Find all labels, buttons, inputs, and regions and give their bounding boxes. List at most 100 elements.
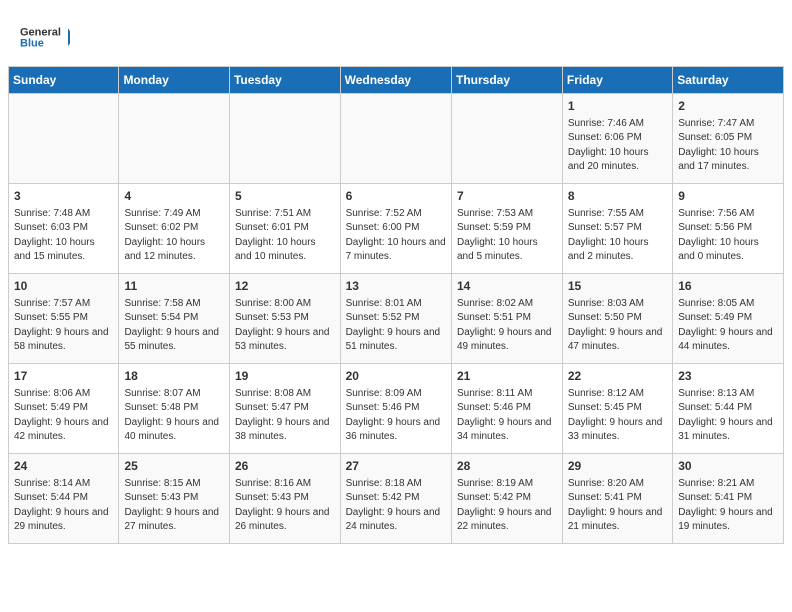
calendar-container: SundayMondayTuesdayWednesdayThursdayFrid… (0, 66, 792, 552)
day-info: Sunrise: 7:52 AM Sunset: 6:00 PM Dayligh… (346, 207, 446, 265)
calendar-cell: 14Sunrise: 8:02 AM Sunset: 5:51 PM Dayli… (451, 274, 562, 364)
day-info: Sunrise: 8:03 AM Sunset: 5:50 PM Dayligh… (568, 297, 667, 355)
day-number: 9 (678, 188, 778, 205)
day-number: 6 (346, 188, 446, 205)
calendar-cell: 5 Sunrise: 7:51 AM Sunset: 6:01 PM Daylig… (229, 184, 340, 274)
weekday-header-friday: Friday (562, 67, 672, 94)
logo: General Blue (20, 16, 70, 58)
calendar-cell: 23 Sunrise: 8:13 AM Sunset: 5:44 PM Dayli… (673, 364, 784, 454)
day-info: Sunrise: 7:57 AM Sunset: 5:55 PM Dayligh… (14, 297, 113, 355)
day-number: 3 (14, 188, 113, 205)
weekday-header-wednesday: Wednesday (340, 67, 451, 94)
calendar-cell: 4 Sunrise: 7:49 AM Sunset: 6:02 PM Daylig… (119, 184, 230, 274)
calendar-cell: 9 Sunrise: 7:56 AM Sunset: 5:56 PM Daylig… (673, 184, 784, 274)
day-number: 23 (678, 368, 778, 385)
day-number: 15 (568, 278, 667, 295)
weekday-header-thursday: Thursday (451, 67, 562, 94)
day-info: Sunrise: 7:48 AM Sunset: 6:03 PM Dayligh… (14, 207, 113, 265)
day-number: 11 (124, 278, 224, 295)
day-info: Sunrise: 8:15 AM Sunset: 5:43 PM Dayligh… (124, 477, 224, 535)
day-info: Sunrise: 8:01 AM Sunset: 5:52 PM Dayligh… (346, 297, 446, 355)
day-info: Sunrise: 8:00 AM Sunset: 5:53 PM Dayligh… (235, 297, 335, 355)
day-info: Sunrise: 8:07 AM Sunset: 5:48 PM Dayligh… (124, 387, 224, 445)
page-header: General Blue (0, 0, 792, 66)
day-info: Sunrise: 8:20 AM Sunset: 5:41 PM Dayligh… (568, 477, 667, 535)
day-info: Sunrise: 7:51 AM Sunset: 6:01 PM Dayligh… (235, 207, 335, 265)
logo-svg: General Blue (20, 16, 70, 58)
day-number: 22 (568, 368, 667, 385)
calendar-cell: 25 Sunrise: 8:15 AM Sunset: 5:43 PM Dayli… (119, 454, 230, 544)
day-info: Sunrise: 7:53 AM Sunset: 5:59 PM Dayligh… (457, 207, 557, 265)
svg-text:Blue: Blue (20, 37, 44, 49)
day-info: Sunrise: 8:11 AM Sunset: 5:46 PM Dayligh… (457, 387, 557, 445)
calendar-cell: 24Sunrise: 8:14 AM Sunset: 5:44 PM Dayli… (9, 454, 119, 544)
calendar-cell: 18 Sunrise: 8:07 AM Sunset: 5:48 PM Dayli… (119, 364, 230, 454)
day-number: 27 (346, 458, 446, 475)
calendar-cell: 1 Sunrise: 7:46 AM Sunset: 6:06 PM Daylig… (562, 94, 672, 184)
day-number: 29 (568, 458, 667, 475)
calendar-cell: 28Sunrise: 8:19 AM Sunset: 5:42 PM Dayli… (451, 454, 562, 544)
calendar-cell: 15 Sunrise: 8:03 AM Sunset: 5:50 PM Dayli… (562, 274, 672, 364)
day-number: 10 (14, 278, 113, 295)
day-info: Sunrise: 8:06 AM Sunset: 5:49 PM Dayligh… (14, 387, 113, 445)
day-number: 30 (678, 458, 778, 475)
calendar-cell: 22 Sunrise: 8:12 AM Sunset: 5:45 PM Dayli… (562, 364, 672, 454)
day-info: Sunrise: 8:08 AM Sunset: 5:47 PM Dayligh… (235, 387, 335, 445)
day-number: 1 (568, 98, 667, 115)
day-info: Sunrise: 7:49 AM Sunset: 6:02 PM Dayligh… (124, 207, 224, 265)
day-info: Sunrise: 7:55 AM Sunset: 5:57 PM Dayligh… (568, 207, 667, 265)
week-row-1: 1 Sunrise: 7:46 AM Sunset: 6:06 PM Daylig… (9, 94, 784, 184)
day-number: 21 (457, 368, 557, 385)
day-number: 13 (346, 278, 446, 295)
day-number: 17 (14, 368, 113, 385)
calendar-cell: 8 Sunrise: 7:55 AM Sunset: 5:57 PM Daylig… (562, 184, 672, 274)
calendar-cell: 27 Sunrise: 8:18 AM Sunset: 5:42 PM Dayli… (340, 454, 451, 544)
calendar-cell: 30 Sunrise: 8:21 AM Sunset: 5:41 PM Dayli… (673, 454, 784, 544)
day-info: Sunrise: 7:46 AM Sunset: 6:06 PM Dayligh… (568, 117, 667, 175)
calendar-cell: 29 Sunrise: 8:20 AM Sunset: 5:41 PM Dayli… (562, 454, 672, 544)
calendar-table: SundayMondayTuesdayWednesdayThursdayFrid… (8, 66, 784, 544)
calendar-cell: 7 Sunrise: 7:53 AM Sunset: 5:59 PM Daylig… (451, 184, 562, 274)
day-info: Sunrise: 7:58 AM Sunset: 5:54 PM Dayligh… (124, 297, 224, 355)
day-number: 25 (124, 458, 224, 475)
day-number: 18 (124, 368, 224, 385)
day-info: Sunrise: 8:21 AM Sunset: 5:41 PM Dayligh… (678, 477, 778, 535)
calendar-cell: 21 Sunrise: 8:11 AM Sunset: 5:46 PM Dayli… (451, 364, 562, 454)
weekday-header-saturday: Saturday (673, 67, 784, 94)
day-number: 20 (346, 368, 446, 385)
day-info: Sunrise: 8:19 AM Sunset: 5:42 PM Dayligh… (457, 477, 557, 535)
day-info: Sunrise: 8:05 AM Sunset: 5:49 PM Dayligh… (678, 297, 778, 355)
day-number: 12 (235, 278, 335, 295)
day-number: 4 (124, 188, 224, 205)
day-info: Sunrise: 8:13 AM Sunset: 5:44 PM Dayligh… (678, 387, 778, 445)
calendar-cell (229, 94, 340, 184)
calendar-cell: 12 Sunrise: 8:00 AM Sunset: 5:53 PM Dayli… (229, 274, 340, 364)
week-row-5: 24Sunrise: 8:14 AM Sunset: 5:44 PM Dayli… (9, 454, 784, 544)
calendar-cell (9, 94, 119, 184)
day-info: Sunrise: 8:16 AM Sunset: 5:43 PM Dayligh… (235, 477, 335, 535)
calendar-cell: 6 Sunrise: 7:52 AM Sunset: 6:00 PM Daylig… (340, 184, 451, 274)
day-number: 26 (235, 458, 335, 475)
weekday-header-monday: Monday (119, 67, 230, 94)
calendar-cell (340, 94, 451, 184)
calendar-cell: 17 Sunrise: 8:06 AM Sunset: 5:49 PM Dayli… (9, 364, 119, 454)
day-info: Sunrise: 7:56 AM Sunset: 5:56 PM Dayligh… (678, 207, 778, 265)
weekday-header-tuesday: Tuesday (229, 67, 340, 94)
calendar-cell: 10 Sunrise: 7:57 AM Sunset: 5:55 PM Dayli… (9, 274, 119, 364)
day-number: 8 (568, 188, 667, 205)
day-info: Sunrise: 8:18 AM Sunset: 5:42 PM Dayligh… (346, 477, 446, 535)
calendar-cell: 16Sunrise: 8:05 AM Sunset: 5:49 PM Dayli… (673, 274, 784, 364)
calendar-cell (451, 94, 562, 184)
calendar-cell: 2Sunrise: 7:47 AM Sunset: 6:05 PM Daylig… (673, 94, 784, 184)
calendar-cell: 19Sunrise: 8:08 AM Sunset: 5:47 PM Dayli… (229, 364, 340, 454)
day-number: 14 (457, 278, 557, 295)
day-info: Sunrise: 8:12 AM Sunset: 5:45 PM Dayligh… (568, 387, 667, 445)
svg-text:General: General (20, 26, 61, 38)
calendar-cell (119, 94, 230, 184)
week-row-3: 10 Sunrise: 7:57 AM Sunset: 5:55 PM Dayli… (9, 274, 784, 364)
week-row-2: 3 Sunrise: 7:48 AM Sunset: 6:03 PM Daylig… (9, 184, 784, 274)
day-number: 5 (235, 188, 335, 205)
day-number: 7 (457, 188, 557, 205)
day-info: Sunrise: 8:14 AM Sunset: 5:44 PM Dayligh… (14, 477, 113, 535)
calendar-cell: 13 Sunrise: 8:01 AM Sunset: 5:52 PM Dayli… (340, 274, 451, 364)
